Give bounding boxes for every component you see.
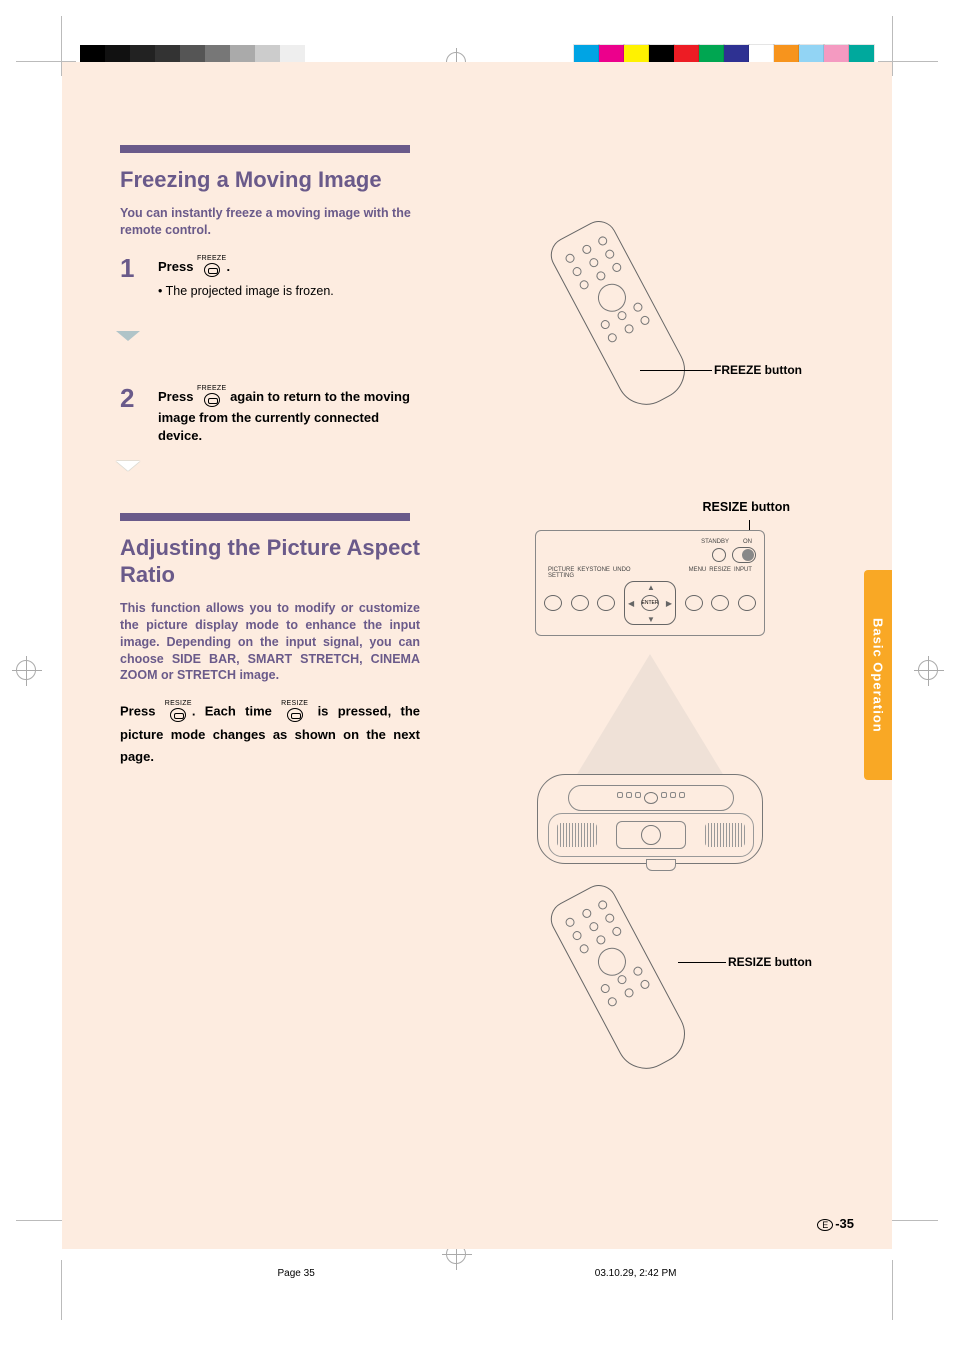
registration-mark bbox=[918, 660, 938, 680]
crop-mark bbox=[892, 16, 893, 76]
step-bullet: The projected image is frozen. bbox=[158, 283, 420, 301]
panel-label: INPUT bbox=[734, 567, 752, 579]
panel-label: KEYSTONE bbox=[577, 567, 610, 579]
input-button-icon bbox=[738, 595, 756, 611]
standby-button-icon bbox=[712, 548, 726, 562]
callout-line bbox=[678, 962, 726, 963]
resize-button-icon bbox=[711, 595, 729, 611]
remote-illustration: RESIZE button bbox=[550, 884, 750, 1104]
section-intro-aspect: This function allows you to modify or cu… bbox=[120, 600, 420, 684]
panel-label: UNDO bbox=[613, 567, 631, 579]
remote-illustration: FREEZE button bbox=[550, 220, 750, 420]
step-1: 1 Press FREEZE. The projected image is f… bbox=[120, 255, 420, 341]
section-title-aspect: Adjusting the Picture Aspect Ratio bbox=[120, 535, 420, 588]
resize-button-icon: RESIZE bbox=[281, 700, 308, 724]
step-number: 2 bbox=[120, 385, 158, 411]
section-title-freeze: Freezing a Moving Image bbox=[120, 167, 420, 193]
resize-button-icon: RESIZE bbox=[165, 700, 192, 724]
panel-label: RESIZE bbox=[709, 567, 731, 579]
callout-freeze: FREEZE button bbox=[714, 363, 802, 377]
step-text: Press FREEZE again to return to the movi… bbox=[158, 389, 410, 444]
chevron-down-icon bbox=[116, 331, 140, 341]
step-text: Press FREEZE. bbox=[158, 259, 230, 274]
page-number: E-35 bbox=[817, 1216, 854, 1231]
menu-button-icon bbox=[685, 595, 703, 611]
right-column: FREEZE button RESIZE button STANDBY ON P… bbox=[490, 220, 810, 1124]
picture-setting-button-icon bbox=[544, 595, 562, 611]
step-number: 1 bbox=[120, 255, 158, 281]
undo-button-icon bbox=[597, 595, 615, 611]
dpad-icon: ▲▼◀▶ ENTER bbox=[624, 581, 676, 625]
chevron-down-icon bbox=[116, 461, 140, 471]
section-intro-freeze: You can instantly freeze a moving image … bbox=[120, 205, 420, 239]
panel-label: ON bbox=[743, 539, 752, 545]
section-tab: Basic Operation bbox=[864, 570, 892, 780]
registration-mark bbox=[16, 660, 36, 680]
control-panel-illustration: STANDBY ON PICTURE SETTING KEYSTONE UNDO… bbox=[535, 530, 765, 636]
footer-timestamp: 03.10.29, 2:42 PM bbox=[595, 1268, 677, 1279]
freeze-button-icon: FREEZE bbox=[197, 385, 226, 409]
callout-resize-top: RESIZE button bbox=[490, 500, 810, 514]
press-instruction: Press RESIZE. Each time RESIZE is presse… bbox=[120, 700, 420, 768]
step-2: 2 Press FREEZE again to return to the mo… bbox=[120, 385, 420, 471]
projector-illustration bbox=[525, 654, 775, 864]
section-divider bbox=[120, 145, 410, 153]
left-column: Freezing a Moving Image You can instantl… bbox=[120, 145, 420, 768]
on-switch-icon bbox=[732, 547, 756, 563]
section-tab-label: Basic Operation bbox=[871, 618, 886, 733]
footer-page: Page 35 bbox=[278, 1268, 315, 1279]
callout-line bbox=[640, 370, 712, 371]
keystone-button-icon bbox=[571, 595, 589, 611]
section-divider bbox=[120, 513, 410, 521]
panel-label: STANDBY bbox=[701, 539, 729, 545]
panel-label: MENU bbox=[689, 567, 707, 579]
footer-meta: Page 35 03.10.29, 2:42 PM bbox=[0, 1268, 954, 1279]
panel-label: PICTURE SETTING bbox=[548, 567, 574, 579]
callout-resize-bottom: RESIZE button bbox=[728, 955, 812, 969]
freeze-button-icon: FREEZE bbox=[197, 255, 226, 279]
